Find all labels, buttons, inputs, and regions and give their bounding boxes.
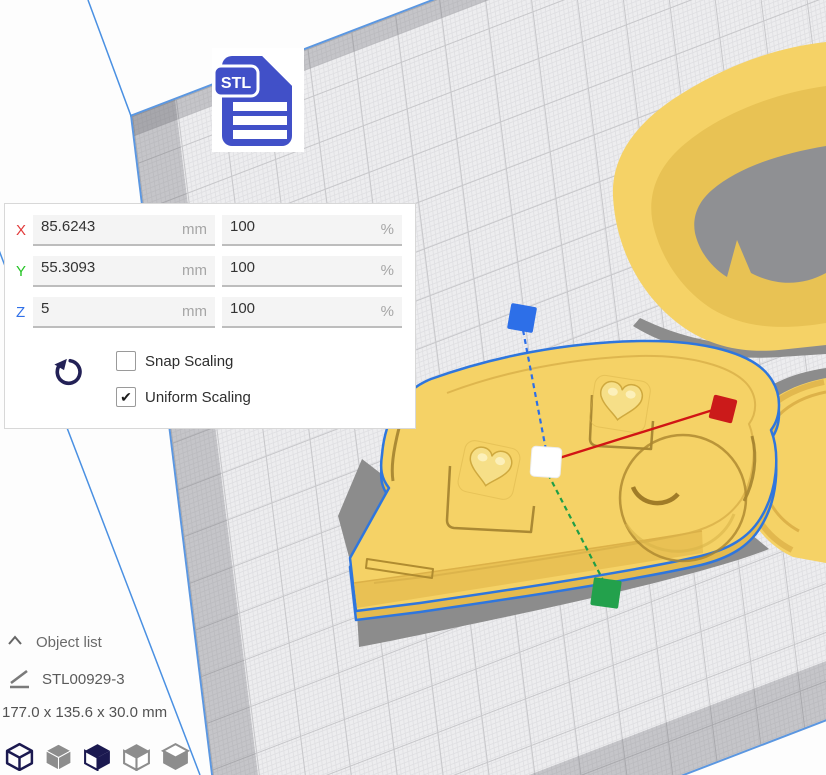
scale-z-percent-field: %: [222, 297, 402, 328]
snap-scaling-checkbox[interactable]: [116, 351, 136, 371]
view-front-icon: [43, 740, 74, 771]
view-preset-front-button[interactable]: [43, 740, 74, 771]
stl-file-icon: STL: [212, 48, 304, 152]
scale-z-percent-unit: %: [381, 303, 394, 320]
scale-z-mm-input[interactable]: [41, 300, 168, 317]
stl-file-thumbnail: STL: [212, 48, 304, 152]
scale-row-x: X mm %: [5, 215, 415, 246]
uniform-scaling-checkbox[interactable]: ✔: [116, 387, 136, 407]
view-right-icon: [160, 740, 191, 771]
scale-handle-z[interactable]: [507, 303, 537, 333]
view-top-icon: [82, 740, 113, 771]
scale-x-mm-input[interactable]: [41, 218, 168, 235]
scale-y-percent-input[interactable]: [230, 259, 356, 276]
scale-row-z: Z mm %: [5, 297, 415, 328]
view-preset-left-button[interactable]: [121, 740, 152, 771]
scale-x-percent-field: %: [222, 215, 402, 246]
scale-y-mm-unit: mm: [182, 262, 207, 279]
scale-z-percent-input[interactable]: [230, 300, 356, 317]
scale-x-mm-unit: mm: [182, 221, 207, 238]
scale-z-mm-field: mm: [33, 297, 215, 328]
scale-x-percent-input[interactable]: [230, 218, 356, 235]
view-3d-icon: [4, 740, 35, 771]
scale-row-y: Y mm %: [5, 256, 415, 287]
scale-x-mm-field: mm: [33, 215, 215, 246]
selection-dimensions: 177.0 x 135.6 x 30.0 mm: [2, 704, 167, 721]
scale-y-mm-input[interactable]: [41, 259, 168, 276]
scale-y-percent-field: %: [222, 256, 402, 287]
scale-x-percent-unit: %: [381, 221, 394, 238]
scale-tool-panel: X mm % Y mm % Z mm: [4, 203, 416, 429]
object-item-icon: [8, 668, 32, 695]
build-volume-edge-back-left: [88, 0, 131, 116]
axis-y-label: Y: [16, 263, 26, 280]
scale-y-mm-field: mm: [33, 256, 215, 287]
ramp-icon: [8, 668, 32, 690]
3d-viewport[interactable]: STL X mm % Y mm %: [0, 0, 826, 775]
reset-scale-button[interactable]: [51, 356, 85, 392]
scale-z-mm-unit: mm: [182, 303, 207, 320]
object-item-name[interactable]: STL00929-3: [42, 671, 125, 688]
stl-label: STL: [221, 75, 251, 92]
axis-x-label: X: [16, 222, 26, 239]
chevron-up-icon: [6, 634, 24, 648]
view-preset-right-button[interactable]: [160, 740, 191, 771]
reset-icon: [52, 356, 84, 390]
model-heart-cutter[interactable]: [613, 42, 826, 351]
check-icon: ✔: [120, 389, 132, 405]
object-list-toggle[interactable]: [6, 634, 24, 653]
scale-handle-y[interactable]: [590, 577, 622, 609]
object-list-label: Object list: [36, 634, 102, 651]
view-preset-bar: [4, 740, 191, 771]
scale-y-percent-unit: %: [381, 262, 394, 279]
snap-scaling-label: Snap Scaling: [145, 353, 233, 370]
uniform-scaling-label: Uniform Scaling: [145, 389, 251, 406]
view-left-icon: [121, 740, 152, 771]
view-preset-top-button[interactable]: [82, 740, 113, 771]
view-preset-3d-button[interactable]: [4, 740, 35, 771]
axis-z-label: Z: [16, 304, 25, 321]
scale-handle-center[interactable]: [530, 446, 562, 478]
